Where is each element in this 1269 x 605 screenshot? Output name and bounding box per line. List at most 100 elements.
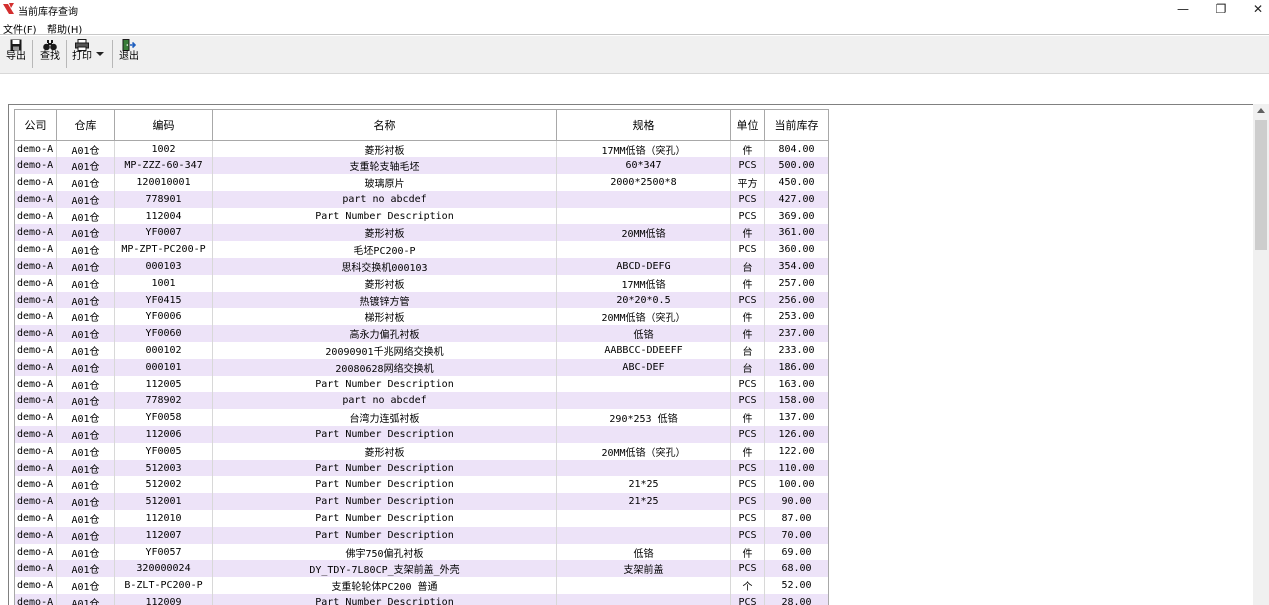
toolbar: 导出 查找 打印 退出	[0, 36, 1269, 74]
cell-unit: 件	[730, 274, 765, 292]
menu-file[interactable]: 文件(F)	[3, 21, 37, 36]
table-row[interactable]: demo-A A01仓 778901 part no abcdef PCS 427.00	[14, 190, 829, 208]
table-row[interactable]: demo-A A01仓 320000024 DY_TDY-7L80CP_支架前盖_外壳…	[14, 560, 829, 578]
table-row[interactable]: demo-A A01仓 MP-ZPT-PC200-P 毛坯PC200-P PCS 360.…	[14, 241, 829, 259]
export-button[interactable]: 导出	[3, 38, 29, 70]
toolbar-separator	[66, 40, 67, 68]
table-row[interactable]: demo-A A01仓 YF0005 菱形衬板 20MM低铬（突孔）件 122.00	[14, 442, 829, 460]
table-row[interactable]: demo-A A01仓 112006 Part Number Description P…	[14, 426, 829, 443]
column-header-code[interactable]: 编码	[114, 109, 213, 141]
cell-code: MP-ZPT-PC200-P	[114, 241, 213, 259]
cell-stock: 90.00	[764, 493, 829, 511]
cell-warehouse: A01仓	[56, 409, 115, 427]
find-button[interactable]: 查找	[36, 38, 64, 70]
table-row[interactable]: demo-A A01仓 112004 Part Number Description P…	[14, 207, 829, 225]
cell-stock: 369.00	[764, 207, 829, 225]
scrollbar-thumb[interactable]	[1255, 120, 1267, 250]
cell-company: demo-A	[14, 140, 57, 158]
column-header-stock[interactable]: 当前库存	[764, 109, 829, 141]
cell-stock: 257.00	[764, 274, 829, 292]
cell-stock: 137.00	[764, 409, 829, 427]
table-row[interactable]: demo-A A01仓 512003 Part Number Description P…	[14, 459, 829, 477]
table-row[interactable]: demo-A A01仓 512001 Part Number Description 2…	[14, 493, 829, 511]
cell-unit: PCS	[730, 207, 765, 225]
table-row[interactable]: demo-A A01仓 778902 part no abcdef PCS 158.00	[14, 392, 829, 410]
cell-spec: 2000*2500*8	[556, 174, 731, 191]
cell-code: YF0007	[114, 224, 213, 242]
exit-button[interactable]: 退出	[116, 38, 142, 70]
vertical-scrollbar[interactable]	[1253, 104, 1269, 605]
cell-spec: 支架前盖	[556, 560, 731, 578]
table-row[interactable]: demo-A A01仓 112007 Part Number Description P…	[14, 526, 829, 544]
cell-company: demo-A	[14, 207, 57, 225]
cell-name: Part Number Description	[212, 476, 557, 494]
cell-company: demo-A	[14, 308, 57, 326]
cell-code: 112009	[114, 594, 213, 605]
inventory-grid[interactable]: 公司 仓库 编码 名称 规格 单位 当前库存 demo-A A01仓 1002 菱形衬…	[8, 104, 1269, 605]
table-row[interactable]: demo-A A01仓 YF0057 佛宇750偏孔衬板 低铬件 69.00	[14, 543, 829, 561]
maximize-button[interactable]: ❐	[1203, 0, 1239, 18]
table-row[interactable]: demo-A A01仓 YF0006 梯形衬板 20MM低铬（突孔）件 253.00	[14, 308, 829, 326]
cell-company: demo-A	[14, 493, 57, 511]
table-row[interactable]: demo-A A01仓 YF0007 菱形衬板 20MM低铬件 361.00	[14, 224, 829, 242]
cell-warehouse: A01仓	[56, 543, 115, 561]
cell-warehouse: A01仓	[56, 224, 115, 242]
column-header-unit[interactable]: 单位	[730, 109, 765, 141]
cell-code: 112005	[114, 375, 213, 393]
cell-unit: 台	[730, 342, 765, 359]
cell-stock: 110.00	[764, 459, 829, 477]
cell-stock: 354.00	[764, 258, 829, 275]
table-row[interactable]: demo-A A01仓 120010001 玻璃原片 2000*2500*8 平方 450.…	[14, 174, 829, 191]
find-label: 查找	[40, 51, 60, 62]
cell-code: YF0006	[114, 308, 213, 326]
cell-warehouse: A01仓	[56, 459, 115, 477]
print-button[interactable]: 打印	[69, 38, 95, 70]
table-row[interactable]: demo-A A01仓 1001 菱形衬板 17MM低铬件 257.00	[14, 274, 829, 292]
column-header-spec[interactable]: 规格	[556, 109, 731, 141]
cell-unit: PCS	[730, 241, 765, 259]
table-row[interactable]: demo-A A01仓 MP-ZZZ-60-347 支重轮支轴毛坯 60*347 PCS 5…	[14, 157, 829, 175]
column-header-company[interactable]: 公司	[14, 109, 57, 141]
column-header-name[interactable]: 名称	[212, 109, 557, 141]
cell-name: 台湾力连弧衬板	[212, 409, 557, 427]
cell-spec	[556, 426, 731, 443]
cell-code: 1002	[114, 140, 213, 158]
cell-spec	[556, 375, 731, 393]
table-row[interactable]: demo-A A01仓 YF0058 台湾力连弧衬板 290*253 低铬件 137.00	[14, 409, 829, 427]
save-icon	[10, 39, 22, 51]
table-row[interactable]: demo-A A01仓 YF0415 热镀锌方管 20*20*0.5 PCS 256.00	[14, 291, 829, 309]
window-title: 当前库存查询	[18, 7, 78, 18]
column-header-warehouse[interactable]: 仓库	[56, 109, 115, 141]
cell-unit: 件	[730, 140, 765, 158]
table-row[interactable]: demo-A A01仓 112010 Part Number Description P…	[14, 510, 829, 527]
minimize-button[interactable]: —	[1165, 0, 1201, 18]
cell-code: YF0057	[114, 543, 213, 561]
cell-warehouse: A01仓	[56, 493, 115, 511]
cell-stock: 28.00	[764, 594, 829, 605]
table-row[interactable]: demo-A A01仓 112005 Part Number Description P…	[14, 375, 829, 393]
cell-unit: PCS	[730, 392, 765, 410]
cell-warehouse: A01仓	[56, 476, 115, 494]
cell-name: Part Number Description	[212, 526, 557, 544]
cell-stock: 427.00	[764, 190, 829, 208]
table-row[interactable]: demo-A A01仓 000101 20080628网络交换机 ABC-DEF 台 186…	[14, 358, 829, 376]
table-row[interactable]: demo-A A01仓 112009 Part Number Description P…	[14, 594, 829, 605]
cell-stock: 158.00	[764, 392, 829, 410]
table-row[interactable]: demo-A A01仓 000103 思科交换机000103 ABCD-DEFG 台 354…	[14, 258, 829, 275]
table-row[interactable]: demo-A A01仓 B-ZLT-PC200-P 支重轮轮体PC200 普通 个 52.…	[14, 577, 829, 595]
cell-unit: 台	[730, 358, 765, 376]
cell-spec: 20MM低铬（突孔）	[556, 308, 731, 326]
close-button[interactable]: ✕	[1240, 0, 1269, 18]
table-row[interactable]: demo-A A01仓 000102 20090901千兆网络交换机 AABBCC-DD…	[14, 342, 829, 359]
menu-help[interactable]: 帮助(H)	[47, 21, 82, 36]
print-dropdown-arrow[interactable]	[96, 52, 104, 56]
cell-unit: 件	[730, 409, 765, 427]
cell-unit: 个	[730, 577, 765, 595]
cell-name: part no abcdef	[212, 190, 557, 208]
cell-name: Part Number Description	[212, 493, 557, 511]
table-row[interactable]: demo-A A01仓 512002 Part Number Description 2…	[14, 476, 829, 494]
table-row[interactable]: demo-A A01仓 YF0060 高永力偏孔衬板 低铬件 237.00	[14, 325, 829, 343]
table-row[interactable]: demo-A A01仓 1002 菱形衬板 17MM低铬（突孔）件 804.00	[14, 140, 829, 158]
scroll-up-arrow-icon[interactable]	[1257, 108, 1265, 113]
cell-code: 000102	[114, 342, 213, 359]
